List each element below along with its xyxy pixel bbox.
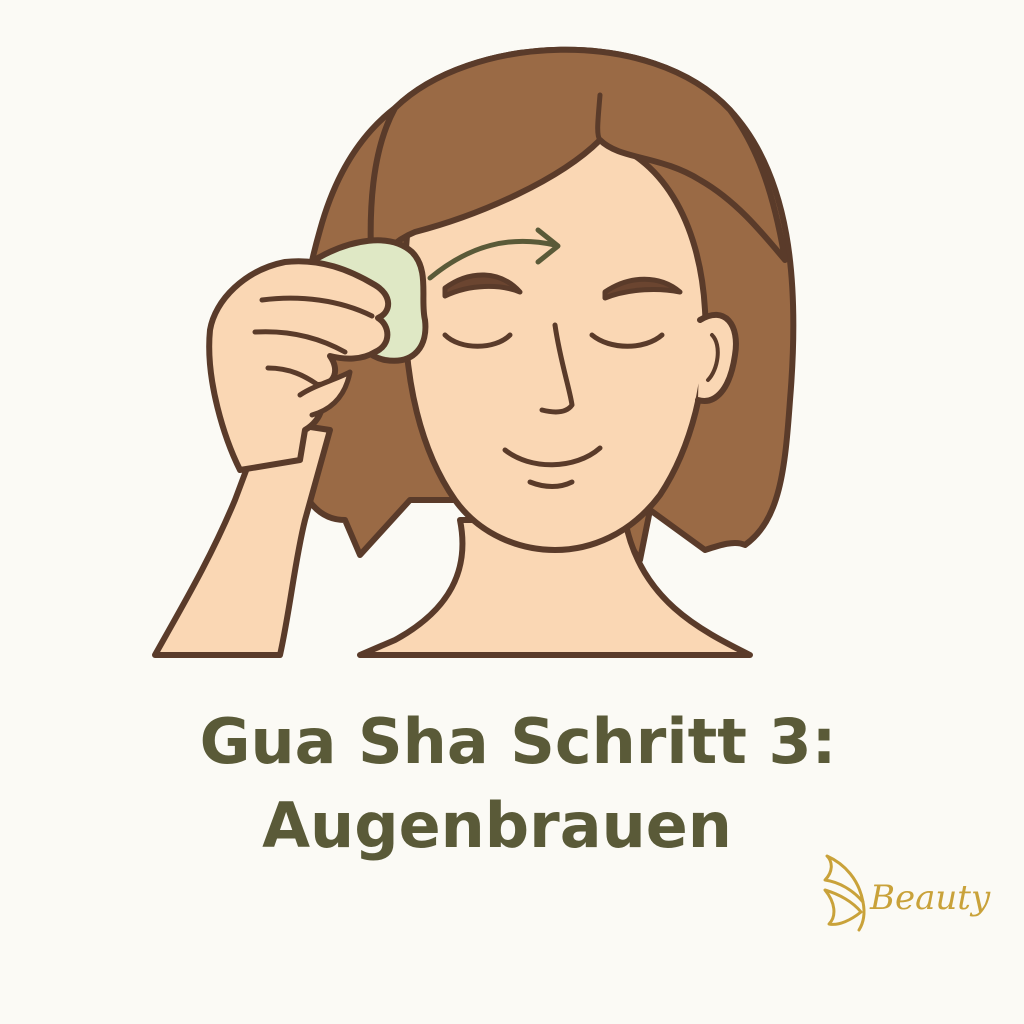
- beauty-logo: Beauty: [815, 850, 1005, 940]
- gua-sha-illustration: [152, 46, 797, 658]
- title-line-1: Gua Sha Schritt 3:: [199, 705, 837, 778]
- title: Gua Sha Schritt 3: Augenbrauen: [0, 700, 1024, 868]
- page: Gua Sha Schritt 3: Augenbrauen Beauty: [0, 0, 1024, 1024]
- logo-text: Beauty: [870, 878, 991, 918]
